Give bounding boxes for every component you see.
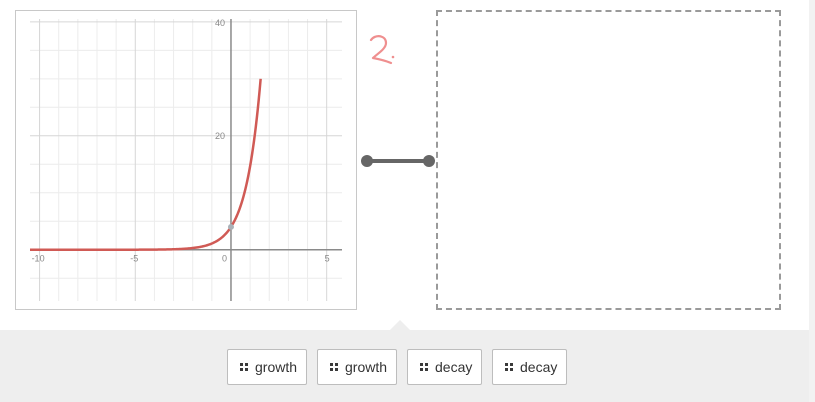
answer-card-growth-1[interactable]: growth xyxy=(227,349,308,385)
drag-handle-icon xyxy=(505,363,513,371)
drag-handle-icon xyxy=(330,363,338,371)
matching-question: -10 -5 0 5 20 40 2. growth growth xyxy=(0,0,815,402)
page-gutter xyxy=(809,0,815,402)
answer-drop-zone[interactable] xyxy=(436,10,781,310)
match-connector[interactable] xyxy=(360,150,440,172)
card-tray xyxy=(0,330,809,402)
y-tick-label-40: 40 xyxy=(215,18,225,28)
exponential-graph: -10 -5 0 5 20 40 xyxy=(30,18,342,301)
answer-card-decay-1[interactable]: decay xyxy=(407,349,483,385)
answer-card-decay-2[interactable]: decay xyxy=(492,349,568,385)
drag-handle-icon xyxy=(420,363,428,371)
answer-card-growth-2[interactable]: growth xyxy=(317,349,398,385)
y-tick-label-20: 20 xyxy=(215,131,225,141)
answer-card-label: growth xyxy=(255,359,298,375)
answer-card-label: decay xyxy=(435,359,473,375)
connector-end-handle[interactable] xyxy=(423,155,435,167)
connector-start-handle[interactable] xyxy=(361,155,373,167)
answer-card-label: growth xyxy=(345,359,388,375)
answer-card-label: decay xyxy=(520,359,558,375)
graph-card: -10 -5 0 5 20 40 xyxy=(15,10,357,310)
drag-handle-icon xyxy=(240,363,248,371)
handwritten-annotation: 2. xyxy=(369,35,395,65)
x-tick-label--5: -5 xyxy=(130,254,138,264)
y-intercept-point xyxy=(227,223,234,230)
tray-pointer xyxy=(390,320,410,330)
x-tick-label-5: 5 xyxy=(325,254,330,264)
x-tick-label--10: -10 xyxy=(32,254,45,264)
x-tick-label-0: 0 xyxy=(222,254,227,264)
